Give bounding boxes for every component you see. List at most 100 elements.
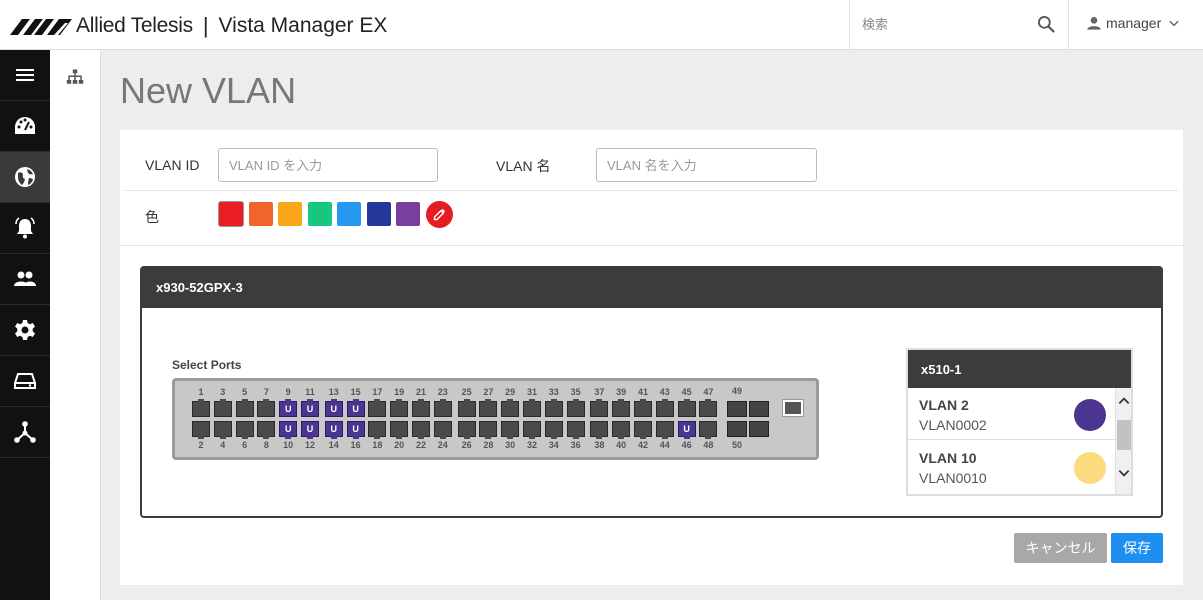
switch-port[interactable]: U	[324, 399, 343, 417]
search-input[interactable]	[862, 14, 1022, 34]
port-number-label: 23	[437, 387, 448, 397]
save-button[interactable]: 保存	[1111, 533, 1163, 563]
switch-port[interactable]	[655, 421, 674, 439]
switch-port[interactable]	[590, 421, 609, 439]
user-icon	[1087, 17, 1101, 30]
color-swatch[interactable]	[248, 202, 273, 226]
switch-port[interactable]: U	[279, 421, 298, 439]
color-swatch[interactable]	[307, 202, 332, 226]
switch-port[interactable]: U	[346, 421, 365, 439]
port-number-label: 8	[263, 440, 269, 450]
switch-port[interactable]	[612, 399, 631, 417]
globe-icon	[15, 167, 35, 187]
vlan-list-item[interactable]: VLAN 2 VLAN0002	[908, 388, 1115, 440]
sitemap-icon[interactable]	[66, 68, 84, 86]
sidebar-item-storage[interactable]	[0, 356, 50, 407]
vlan-id-input[interactable]	[218, 148, 438, 182]
switch-port[interactable]	[479, 421, 498, 439]
switch-port[interactable]	[390, 421, 409, 439]
switch-port[interactable]	[634, 399, 652, 417]
product-name: Vista Manager EX	[218, 14, 388, 37]
switch-port[interactable]	[235, 421, 254, 439]
switch-port[interactable]	[699, 421, 718, 439]
switch-port[interactable]	[655, 399, 674, 417]
user-menu[interactable]: manager	[1086, 15, 1181, 31]
switch-port[interactable]	[590, 399, 609, 417]
switch-port[interactable]	[612, 421, 631, 439]
switch-port[interactable]	[544, 421, 563, 439]
vlan-list-item[interactable]: VLAN 10 VLAN0010	[908, 441, 1115, 493]
switch-port[interactable]	[213, 421, 232, 439]
sidebar-item-users[interactable]	[0, 254, 50, 305]
switch-port[interactable]	[192, 399, 210, 417]
color-swatch[interactable]	[396, 202, 420, 226]
sidebar-item-alarms[interactable]	[0, 203, 50, 254]
switch-port[interactable]: U	[346, 399, 365, 417]
switch-port[interactable]	[566, 399, 585, 417]
color-swatch[interactable]	[337, 202, 361, 226]
switch-port[interactable]	[368, 421, 387, 439]
switch-port[interactable]	[544, 399, 563, 417]
switch-port[interactable]: U	[324, 421, 343, 439]
sidebar-menu-toggle[interactable]	[0, 50, 50, 101]
switch-port[interactable]	[433, 421, 452, 439]
vlan-name-input[interactable]	[596, 148, 817, 182]
switch-port[interactable]	[501, 421, 520, 439]
search-icon[interactable]	[1036, 14, 1056, 34]
switch-port[interactable]: U	[301, 399, 319, 417]
switch-port[interactable]	[699, 399, 718, 417]
sidebar	[0, 50, 50, 600]
scrollbar-thumb[interactable]	[1117, 420, 1131, 450]
port-number-label: 7	[263, 387, 269, 397]
sidebar-item-settings[interactable]	[0, 305, 50, 356]
switch-port[interactable]	[566, 421, 585, 439]
sidebar-item-network[interactable]	[0, 152, 50, 203]
switch-port[interactable]: U	[279, 399, 298, 417]
sfp-port[interactable]	[749, 421, 769, 437]
color-swatches	[219, 201, 453, 228]
switch-port[interactable]	[501, 399, 520, 417]
switch-port[interactable]	[479, 399, 498, 417]
switch-port[interactable]	[677, 399, 696, 417]
sfp-port[interactable]	[727, 421, 747, 437]
color-swatch[interactable]	[278, 202, 302, 226]
brand-logo[interactable]: Allied Telesis | Vista Manager EX	[10, 13, 387, 39]
color-picker-button[interactable]	[425, 201, 453, 228]
cancel-button[interactable]: キャンセル	[1014, 533, 1107, 563]
switch-port[interactable]	[192, 421, 210, 439]
switch-port[interactable]	[257, 421, 276, 439]
switch-port[interactable]	[457, 399, 476, 417]
chevron-up-icon[interactable]	[1117, 394, 1131, 408]
color-swatch[interactable]	[366, 202, 391, 226]
port-number-label: 41	[637, 387, 648, 397]
sidebar-item-topology[interactable]	[0, 407, 50, 458]
port-number-label: 32	[526, 440, 537, 450]
switch-port[interactable]	[457, 421, 476, 439]
port-number-label: 25	[461, 387, 472, 397]
switch-port[interactable]	[523, 399, 541, 417]
switch-port[interactable]	[523, 421, 541, 439]
switch-port[interactable]	[412, 399, 430, 417]
management-port[interactable]	[782, 399, 804, 417]
switch-port[interactable]	[257, 399, 276, 417]
port-number-label: 20	[394, 440, 405, 450]
switch-port[interactable]	[412, 421, 430, 439]
vlan-list-scrollbar[interactable]	[1115, 388, 1131, 494]
switch-port[interactable]: U	[301, 421, 319, 439]
switch-port[interactable]	[634, 421, 652, 439]
sfp-port[interactable]	[749, 401, 769, 417]
switch-port[interactable]	[433, 399, 452, 417]
sfp-port[interactable]	[727, 401, 747, 417]
switch-port[interactable]	[390, 399, 409, 417]
switch-port[interactable]	[235, 399, 254, 417]
switch-port[interactable]	[213, 399, 232, 417]
sidebar-item-dashboard[interactable]	[0, 101, 50, 152]
vlan-name-label: VLAN 名	[496, 158, 551, 174]
switch-port[interactable]: U	[677, 421, 696, 439]
vlan-item-id: VLAN0010	[919, 470, 987, 486]
chevron-down-icon[interactable]	[1117, 466, 1131, 480]
port-number-label: 45	[681, 387, 692, 397]
color-swatch[interactable]	[219, 202, 243, 226]
switch-port[interactable]	[368, 399, 387, 417]
port-number-label: 9	[285, 387, 291, 397]
